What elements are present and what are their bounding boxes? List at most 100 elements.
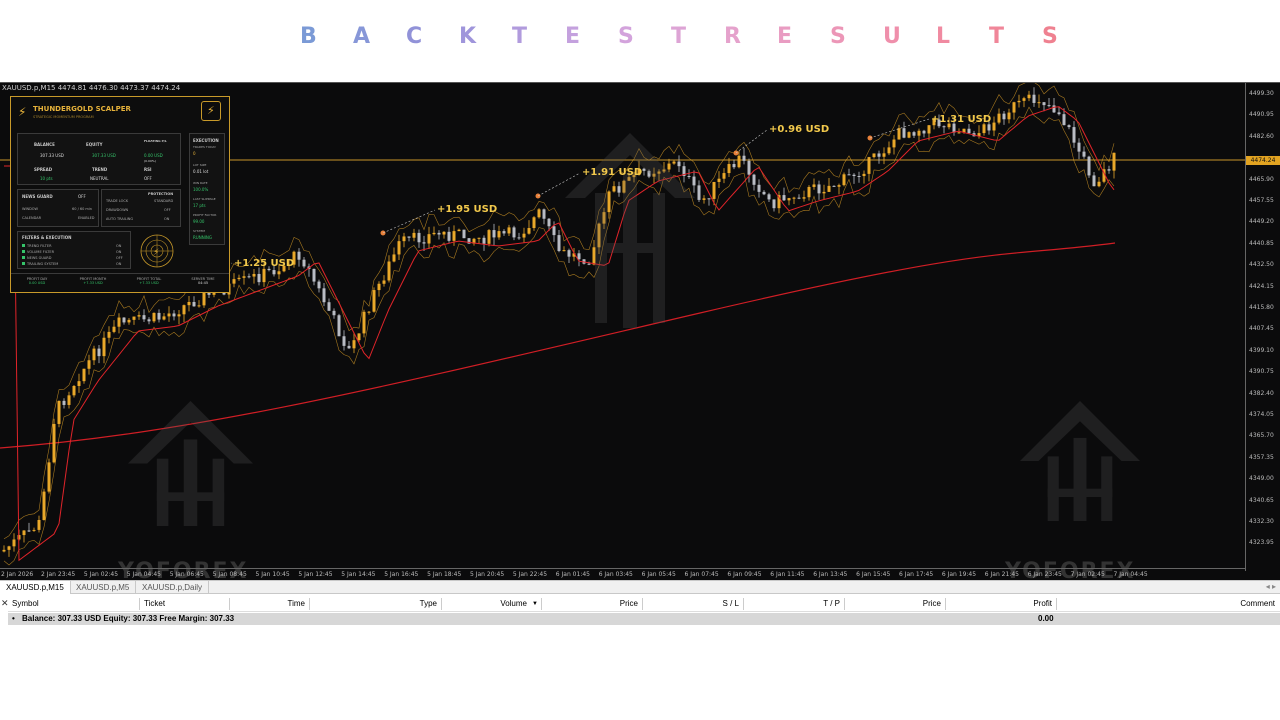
- col-price-current[interactable]: Price: [845, 598, 946, 610]
- col-ticket[interactable]: Ticket: [140, 598, 230, 610]
- candle-body: [442, 231, 446, 235]
- equity-value: 307.33 USD: [92, 153, 116, 158]
- candle-body: [1087, 156, 1091, 176]
- time-axis[interactable]: 2 Jan 2026 2 Jan 23:45 5 Jan 02:45 5 Jan 04…: [0, 568, 1245, 580]
- tab-xauusd-daily[interactable]: XAUUSD.p,Daily: [136, 581, 210, 594]
- time-tick-label: 5 Jan 06:45: [169, 571, 204, 578]
- candle-body: [1007, 112, 1011, 120]
- watermark-logo-icon: [565, 133, 695, 328]
- winrate-label: WIN RATE: [193, 181, 208, 185]
- candle-body: [927, 125, 931, 134]
- candle-body: [837, 185, 841, 187]
- app-root: B A C K T E S T R E S U L T S XAUUSD.p,M15 4474.81 447…: [0, 0, 1280, 720]
- candle-body: [167, 313, 171, 317]
- balance-summary-row[interactable]: • Balance: 307.33 USD Equity: 307.33 Fre…: [8, 613, 1280, 625]
- candle-body: [1052, 105, 1056, 113]
- candle-body: [992, 122, 996, 131]
- candle-body: [362, 311, 366, 334]
- time-tick-label: 5 Jan 08:45: [212, 571, 247, 578]
- svg-text:⚡: ⚡: [153, 248, 159, 258]
- candle-body: [737, 155, 741, 168]
- candle-body: [707, 198, 711, 200]
- candle-body: [107, 331, 111, 338]
- spread-label: SPREAD: [34, 167, 53, 172]
- candle-body: [247, 276, 251, 278]
- trade-profit-label: +1.95 USD: [437, 204, 498, 215]
- candle-body: [897, 128, 901, 140]
- lot-value: 0.01 lot: [193, 169, 209, 174]
- chart-window[interactable]: XAUUSD.p,M15 4474.81 4476.30 4473.37 447…: [0, 82, 1280, 580]
- candle-body: [277, 271, 281, 275]
- candle-body: [807, 186, 811, 198]
- candle-body: [757, 184, 761, 192]
- filters-box: FILTERS & EXECUTION TREND FILTER ON VOLU…: [17, 231, 131, 269]
- col-profit[interactable]: Profit: [946, 598, 1057, 610]
- candle-body: [1092, 175, 1096, 187]
- candle-body: [7, 546, 11, 550]
- tab-xauusd-m15[interactable]: XAUUSD.p,M15: [0, 581, 71, 594]
- banner-letter: C: [406, 24, 423, 49]
- protection-row-label: TRADE LOCK: [106, 199, 129, 203]
- candle-body: [787, 198, 791, 201]
- trade-profit-label: +1.31 USD: [931, 114, 992, 125]
- col-time[interactable]: Time: [230, 598, 310, 610]
- banner-letter: T: [671, 24, 687, 49]
- slippage-value: 17 pts: [193, 203, 206, 208]
- candle-body: [177, 314, 181, 317]
- candle-body: [802, 197, 806, 199]
- filter-value: ON: [116, 244, 122, 248]
- terminal-panel: ✕ Symbol Ticket Time Type Volume ▼ Price …: [0, 596, 1280, 636]
- banner-letter: E: [565, 24, 581, 49]
- candle-body: [152, 312, 156, 322]
- tab-xauusd-m5[interactable]: XAUUSD.p,M5: [70, 581, 137, 594]
- candle-body: [1097, 181, 1101, 187]
- ea-subtitle: STRATEGIC MOMENTUM PROGRAM: [33, 115, 94, 119]
- candle-body: [347, 345, 351, 349]
- candle-body: [332, 310, 336, 316]
- candle-body: [157, 312, 161, 320]
- candle-body: [482, 237, 486, 244]
- candle-body: [112, 326, 116, 332]
- col-comment[interactable]: Comment: [1057, 598, 1279, 610]
- candle-body: [512, 227, 516, 238]
- col-price[interactable]: Price: [542, 598, 643, 610]
- col-tp[interactable]: T / P: [744, 598, 845, 610]
- candle-body: [122, 317, 126, 323]
- candle-body: [137, 315, 141, 317]
- tab-scroll-arrows-icon[interactable]: ◂ ▸: [1266, 582, 1276, 591]
- candle-body: [772, 199, 776, 209]
- candle-body: [697, 185, 701, 200]
- news-row-label: CALENDAR: [22, 216, 42, 220]
- col-sl[interactable]: S / L: [643, 598, 744, 610]
- balance-label: BALANCE: [34, 142, 55, 147]
- candle-body: [547, 218, 551, 227]
- candle-body: [27, 530, 31, 532]
- candle-body: [942, 126, 946, 128]
- filters-label: FILTERS & EXECUTION: [22, 235, 72, 240]
- candle-body: [47, 462, 51, 492]
- terminal-header: Symbol Ticket Time Type Volume ▼ Price S …: [8, 596, 1280, 612]
- col-volume[interactable]: Volume ▼: [442, 598, 542, 610]
- filter-value: OFF: [116, 256, 123, 260]
- price-tick-label: 4390.75: [1249, 368, 1274, 376]
- candle-body: [717, 178, 721, 182]
- news-guard-value: OFF: [78, 194, 86, 199]
- candle-body: [817, 184, 821, 194]
- candle-body: [117, 317, 121, 327]
- candle-body: [797, 197, 801, 199]
- candle-body: [147, 319, 151, 322]
- price-tick-label: 4399.10: [1249, 346, 1274, 354]
- price-tick-label: 4340.65: [1249, 496, 1274, 504]
- candle-body: [52, 423, 56, 463]
- candle-body: [507, 227, 511, 234]
- ea-logo-icon: ⚡: [201, 101, 221, 121]
- col-type[interactable]: Type: [310, 598, 442, 610]
- lightning-icon: ⚡: [18, 105, 27, 119]
- candle-body: [902, 128, 906, 138]
- candle-body: [907, 132, 911, 138]
- banner-letter: R: [724, 24, 741, 49]
- candle-body: [917, 130, 921, 136]
- price-axis[interactable]: 4474.24 4499.30 4490.95 4482.60 4465.90 4457…: [1245, 83, 1280, 571]
- col-symbol[interactable]: Symbol: [8, 598, 140, 610]
- candle-body: [397, 241, 401, 255]
